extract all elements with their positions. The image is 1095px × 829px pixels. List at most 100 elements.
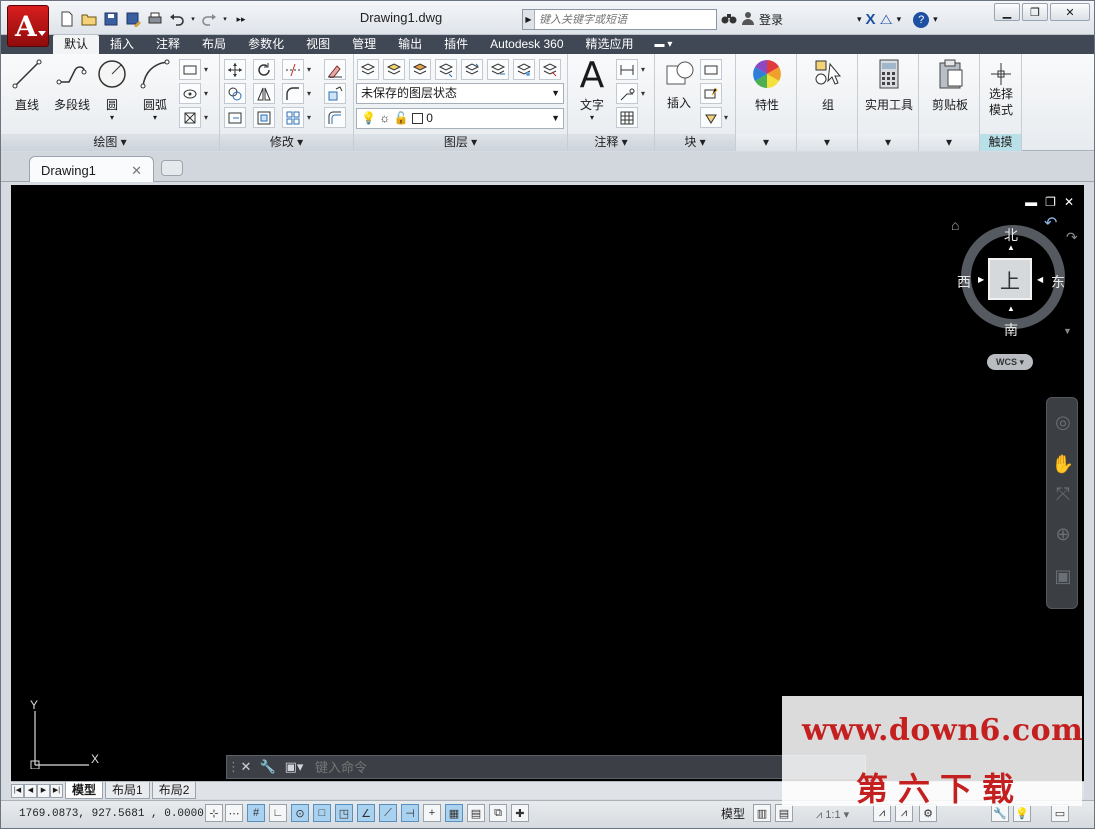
- tab-output[interactable]: 输出: [387, 35, 433, 54]
- signin-label[interactable]: 登录: [759, 11, 783, 28]
- arrow-down-icon[interactable]: ▲: [1007, 304, 1015, 313]
- compass-west[interactable]: 西: [957, 272, 971, 292]
- fillet-icon[interactable]: [282, 83, 304, 104]
- dimension-icon[interactable]: [616, 59, 638, 80]
- boundary-icon[interactable]: [179, 107, 201, 128]
- tab-insert[interactable]: 插入: [99, 35, 145, 54]
- move-icon[interactable]: [224, 59, 246, 80]
- insert-button[interactable]: 插入: [659, 58, 699, 111]
- showmotion-icon[interactable]: ▣: [1051, 566, 1075, 590]
- infer-constraints-icon[interactable]: ⊹: [205, 804, 223, 822]
- selection-cycling-icon[interactable]: ⧉: [489, 804, 507, 822]
- quick-view-drawings-icon[interactable]: ▤: [775, 804, 793, 822]
- last-layout-icon[interactable]: ▶|: [50, 783, 63, 798]
- panel-annotation-title[interactable]: 注释 ▾: [568, 134, 654, 151]
- next-layout-icon[interactable]: ▶: [37, 783, 50, 798]
- binoculars-icon[interactable]: [721, 11, 737, 28]
- tab-autodesk-360[interactable]: Autodesk 360: [479, 35, 574, 54]
- compass-east[interactable]: 东: [1051, 272, 1065, 292]
- snap-mode-icon[interactable]: ⋯: [225, 804, 243, 822]
- mirror-icon[interactable]: [253, 83, 275, 104]
- prev-layout-icon[interactable]: ◀: [24, 783, 37, 798]
- layer-change-icon[interactable]: [487, 59, 509, 80]
- maximize-button[interactable]: ❐: [1022, 3, 1048, 21]
- quick-view-layouts-icon[interactable]: ▥: [753, 804, 771, 822]
- tab-annotate[interactable]: 注释: [145, 35, 191, 54]
- erase-icon[interactable]: [324, 59, 346, 80]
- pan-hand-icon[interactable]: ✋: [1051, 454, 1075, 478]
- select-mode-button[interactable]: 选择 模式: [982, 62, 1020, 118]
- tab-featured-apps[interactable]: 精选应用: [575, 35, 645, 54]
- tab-layout[interactable]: 布局: [191, 35, 237, 54]
- layer-match-icon[interactable]: [461, 59, 483, 80]
- tab-manage[interactable]: 管理: [341, 35, 387, 54]
- properties-button[interactable]: 特性: [747, 58, 787, 113]
- close-button[interactable]: ✕: [1050, 3, 1090, 21]
- layer-unisolate-icon[interactable]: [435, 59, 457, 80]
- layout-tab-1[interactable]: 布局1: [105, 782, 150, 799]
- rotate-view-cw-icon[interactable]: ↷: [1066, 229, 1078, 246]
- transparency-icon[interactable]: ▦: [445, 804, 463, 822]
- layer-state-dropdown[interactable]: 未保存的图层状态 ▼: [356, 83, 564, 104]
- quick-properties-icon[interactable]: ▤: [467, 804, 485, 822]
- hatch-icon[interactable]: [179, 83, 201, 104]
- offset-icon[interactable]: [324, 107, 346, 128]
- close-tab-icon[interactable]: ✕: [131, 163, 142, 179]
- drawing-area[interactable]: ▬ ❐ ✕ ⌂ ↶ ↷ 上 北 南 东 西 ▲ ▲ ▶ ◀ ▼ WCS ▾ ◎ …: [11, 185, 1084, 781]
- orbit-icon[interactable]: ⊕: [1051, 524, 1075, 548]
- polar-tracking-icon[interactable]: ⊙: [291, 804, 309, 822]
- ucs-menu-button[interactable]: WCS ▾: [987, 354, 1033, 370]
- create-block-icon[interactable]: [700, 59, 722, 80]
- ribbon-minimize-icon[interactable]: ▬ ▾: [655, 35, 673, 54]
- customize-qat-icon[interactable]: ▸▸: [231, 9, 251, 29]
- new-tab-button[interactable]: [161, 160, 183, 176]
- panel-block-title[interactable]: 块 ▾: [655, 134, 735, 151]
- panel-layers-title[interactable]: 图层 ▾: [354, 134, 567, 151]
- layer-isolate-icon[interactable]: [409, 59, 431, 80]
- search-expand-icon[interactable]: ▶: [523, 10, 535, 29]
- rectangle-dropdown-icon[interactable]: ▾: [204, 65, 208, 74]
- help-icon[interactable]: ?: [913, 11, 930, 28]
- first-layout-icon[interactable]: |◀: [11, 783, 24, 798]
- panel-modify-title[interactable]: 修改 ▾: [220, 134, 353, 151]
- panel-draw-title[interactable]: 绘图 ▾: [1, 134, 219, 151]
- file-tab-drawing1[interactable]: Drawing1 ✕: [29, 156, 154, 182]
- copy-icon[interactable]: [224, 83, 246, 104]
- lineweight-icon[interactable]: +: [423, 804, 441, 822]
- text-button[interactable]: A 文字 ▾: [574, 56, 610, 123]
- viewcube-menu-icon[interactable]: ▼: [1063, 326, 1072, 336]
- arc-button[interactable]: 圆弧 ▾: [137, 58, 173, 122]
- home-icon[interactable]: ⌂: [951, 217, 959, 233]
- annotation-scale[interactable]: ⩘ 1:1 ▾: [816, 808, 849, 822]
- undo-dropdown-icon[interactable]: ▾: [189, 9, 197, 29]
- command-prompt-icon[interactable]: ▣▾: [279, 759, 309, 775]
- leader-dropdown-icon[interactable]: ▾: [641, 89, 645, 98]
- circle-button[interactable]: 圆 ▾: [95, 58, 129, 122]
- command-customize-icon[interactable]: 🔧: [257, 759, 279, 775]
- signin-dropdown-icon[interactable]: ▾: [857, 14, 862, 25]
- command-close-icon[interactable]: ✕: [235, 759, 257, 775]
- rectangle-icon[interactable]: [179, 59, 201, 80]
- layer-properties-icon[interactable]: [357, 59, 379, 80]
- trim-icon[interactable]: [282, 59, 304, 80]
- signin-area[interactable]: 登录 ▾ X ⧍ ▾ ? ▾: [721, 11, 938, 28]
- compass-south[interactable]: 南: [1004, 320, 1018, 340]
- arrow-up-icon[interactable]: ▲: [1007, 243, 1015, 252]
- viewport-minimize-icon[interactable]: ▬: [1025, 195, 1037, 209]
- rotate-icon[interactable]: [253, 59, 275, 80]
- panel-touch-title[interactable]: 触摸: [980, 134, 1021, 151]
- save-as-icon[interactable]: [123, 9, 143, 29]
- line-button[interactable]: 直线: [9, 58, 45, 113]
- edit-attributes-dropdown-icon[interactable]: ▾: [724, 113, 728, 122]
- layer-state-icon[interactable]: [383, 59, 405, 80]
- fillet-dropdown-icon[interactable]: ▾: [307, 89, 311, 98]
- redo-dropdown-icon[interactable]: ▾: [221, 9, 229, 29]
- clipboard-button[interactable]: 剪贴板: [925, 58, 975, 113]
- dynamic-ucs-icon[interactable]: ⟋: [379, 804, 397, 822]
- text-dropdown-icon[interactable]: ▾: [574, 113, 610, 122]
- viewport-close-icon[interactable]: ✕: [1064, 195, 1074, 209]
- arrow-right-icon[interactable]: ◀: [1037, 275, 1043, 284]
- arrow-left-icon[interactable]: ▶: [978, 275, 984, 284]
- tab-view[interactable]: 视图: [295, 35, 341, 54]
- layer-dropdown[interactable]: 💡 ☼ 🔓 0 ▼: [356, 108, 564, 129]
